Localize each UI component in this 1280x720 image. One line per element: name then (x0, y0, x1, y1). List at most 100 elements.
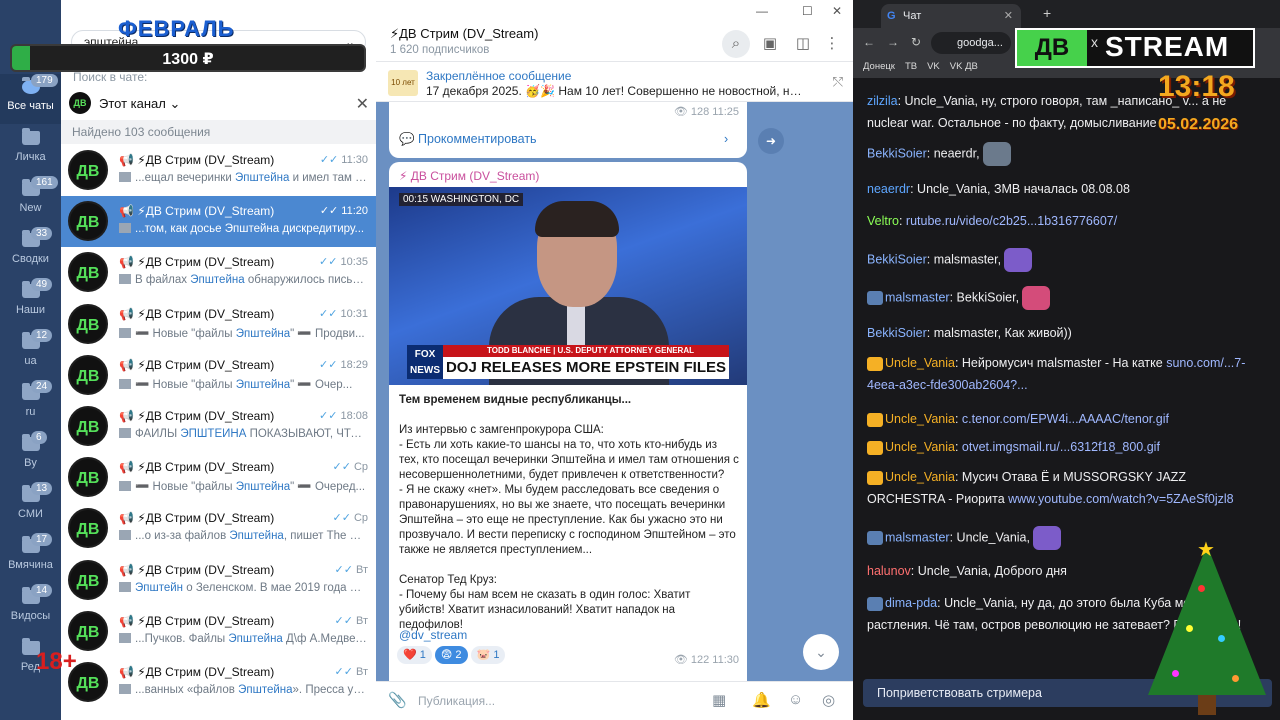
comment-button[interactable]: 💬 Прокомментировать › (399, 132, 728, 147)
search-result-row[interactable]: ДВ 📢 ⚡ДВ Стрим (DV_Stream) ✓✓ Вт ...Пучков. … (61, 605, 376, 657)
search-result-row[interactable]: ДВ 📢 ⚡ДВ Стрим (DV_Stream) ✓✓ Ср ...о из-за … (61, 503, 376, 555)
chat-username[interactable]: Uncle_Vania (885, 412, 955, 426)
result-time-text: 10:35 (340, 256, 368, 269)
folder-3[interactable]: 33 Сводки (0, 227, 61, 277)
result-time-text: 18:29 (340, 358, 368, 371)
ornament (1186, 625, 1193, 632)
snippet-pre: ...ванных «файлов (135, 684, 239, 696)
folder-1[interactable]: Личка (0, 125, 61, 175)
search-result-row[interactable]: ДВ 📢 ⚡ДВ Стрим (DV_Stream) ✓✓ Ср ➖ Новые "фа… (61, 452, 376, 504)
pin-list-icon[interactable]: ⤲ (833, 74, 843, 90)
chat-username[interactable]: Veltro (867, 214, 899, 228)
reaction-chip[interactable]: 🐷 1 (470, 646, 506, 664)
chat-username[interactable]: Uncle_Vania (885, 356, 955, 370)
live-stream-icon[interactable]: ▣ (756, 30, 784, 58)
close-icon[interactable]: ✕ (356, 94, 369, 114)
ornament (1218, 635, 1225, 642)
folder-0[interactable]: 179 Все чаты (0, 74, 61, 124)
chat-username[interactable]: Uncle_Vania (885, 440, 955, 454)
back-icon[interactable]: ← (863, 35, 875, 49)
chat-username[interactable]: neaerdr (867, 182, 910, 196)
chat-username[interactable]: dima-pda (885, 596, 937, 610)
chat-username[interactable]: halunov (867, 564, 911, 578)
search-result-row[interactable]: ДВ 📢 ⚡ДВ Стрим (DV_Stream) ✓✓ Вт ...ванных «… (61, 657, 376, 708)
message-input[interactable]: Публикация... (418, 694, 495, 708)
browser-tab[interactable]: G Чат ✕ (881, 4, 1021, 28)
snippet-pre: ➖ Новые "файлы (135, 327, 236, 340)
bookmark-item[interactable]: VK ДВ (950, 61, 978, 72)
video-thumbnail[interactable]: 00:15 WASHINGTON, DC TODD BLANCHE | U.S.… (389, 187, 747, 385)
channel-avatar: ДВ (68, 610, 108, 651)
user-badge-icon (867, 470, 883, 485)
pinned-message[interactable]: 10 лет Закреплённое сообщение 17 декабря… (376, 62, 853, 102)
search-result-row[interactable]: ДВ 📢 ⚡ДВ Стрим (DV_Stream) ✓✓ 10:31 ➖ Новые … (61, 298, 376, 350)
chat-username[interactable]: BekkiSoier (867, 146, 927, 160)
channel-title[interactable]: ⚡ДВ Стрим (DV_Stream) (390, 26, 538, 42)
maximize-icon[interactable]: ☐ (802, 4, 813, 18)
snippet-highlight: Эпштейна (235, 481, 291, 494)
folder-4[interactable]: 49 Наши (0, 278, 61, 328)
folder-8[interactable]: 13 СМИ (0, 482, 61, 532)
chat-link[interactable]: otvet.imgsmail.ru/...6312f18_800.gif (962, 440, 1160, 454)
reload-icon[interactable]: ↻ (911, 35, 921, 49)
search-icon[interactable]: ⌕ (722, 30, 750, 58)
schedule-icon[interactable]: ▦ (712, 691, 726, 709)
chat-link[interactable]: www.youtube.com/watch?v=5ZAeSf0jzl8 (1008, 492, 1233, 506)
reaction-chip[interactable]: 😨 2 (434, 646, 468, 664)
scroll-down-button[interactable]: ⌄ (803, 634, 839, 670)
search-result-row[interactable]: ДВ 📢 ⚡ДВ Стрим (DV_Stream) ✓✓ 18:29 ➖ Новые … (61, 349, 376, 401)
chat-username[interactable]: zilzila (867, 94, 898, 108)
chat-username[interactable]: malsmaster (885, 290, 950, 304)
attach-icon[interactable]: 📎 (388, 691, 407, 709)
emoji-icon[interactable]: ☺ (788, 691, 803, 708)
bell-icon[interactable]: 🔔 (752, 691, 771, 709)
chat-link[interactable]: c.tenor.com/EPW4i...AAAAC/tenor.gif (962, 412, 1169, 426)
folder-9[interactable]: 17 Вмячина (0, 533, 61, 583)
chat-text: Uncle_Vania, ЗМВ началась 08.08.08 (917, 182, 1130, 196)
chat-username[interactable]: Uncle_Vania (885, 470, 955, 484)
close-window-icon[interactable]: ✕ (832, 4, 842, 18)
forward-icon[interactable]: → (887, 35, 899, 49)
folder-5[interactable]: 12 ua (0, 329, 61, 379)
folder-7[interactable]: 6 By (0, 431, 61, 481)
minimize-icon[interactable]: — (756, 4, 768, 18)
read-check-icon: ✓✓ (319, 205, 339, 218)
read-check-icon: ✓✓ (319, 256, 338, 269)
result-time: ✓✓ 10:31 (319, 307, 368, 320)
bookmark-item[interactable]: Донецк (863, 61, 895, 72)
folder-icon (21, 128, 40, 145)
folder-2[interactable]: 161 New (0, 176, 61, 226)
chat-username[interactable]: BekkiSoier (867, 252, 927, 266)
search-scope[interactable]: ДВ Этот канал ⌄ ✕ (69, 92, 369, 118)
christmas-tree-decoration: ★ (1148, 539, 1266, 715)
sidebar-toggle-icon[interactable]: ◫ (789, 30, 817, 58)
post-link[interactable]: @dv_stream (399, 628, 467, 642)
folder-6[interactable]: 24 ru (0, 380, 61, 430)
search-result-row[interactable]: ДВ 📢 ⚡ДВ Стрим (DV_Stream) ✓✓ Вт Эпштейн о З… (61, 554, 376, 606)
search-result-row[interactable]: ДВ 📢 ⚡ДВ Стрим (DV_Stream) ✓✓ 11:20 ...том, … (61, 196, 376, 248)
more-icon[interactable]: ⋮ (818, 30, 846, 58)
search-result-row[interactable]: ДВ 📢 ⚡ДВ Стрим (DV_Stream) ✓✓ 10:35 В файлах… (61, 247, 376, 299)
goal-month: ФЕВРАЛЬ (118, 16, 235, 41)
close-tab-icon[interactable]: ✕ (1004, 4, 1013, 28)
emote-icon (1032, 526, 1061, 550)
share-icon[interactable]: ➜ (758, 128, 784, 154)
camera-icon[interactable]: ◎ (822, 691, 835, 709)
stream-clock: 13:18 (1158, 70, 1235, 103)
reaction-chip[interactable]: ❤️ 1 (397, 646, 432, 664)
read-check-icon: ✓✓ (319, 410, 338, 422)
chat-link[interactable]: rutube.ru/video/c2b25...1b316776607/ (906, 214, 1117, 228)
bookmark-item[interactable]: VK (927, 61, 940, 72)
previous-time: 11:25 (712, 106, 739, 118)
search-result-row[interactable]: ДВ 📢 ⚡ДВ Стрим (DV_Stream) ✓✓ 11:30 ...ещал … (61, 145, 376, 196)
folder-10[interactable]: 14 Видосы (0, 584, 61, 634)
folder-label: Все чаты (7, 100, 54, 112)
chat-username[interactable]: BekkiSoier (867, 326, 927, 340)
video-headline: DOJ RELEASES MORE EPSTEIN FILES (443, 357, 729, 379)
bookmark-item[interactable]: ТВ (905, 61, 917, 72)
search-result-row[interactable]: ДВ 📢 ⚡ДВ Стрим (DV_Stream) ✓✓ 18:08 ФАЙЛЫ ЭП… (61, 401, 376, 452)
new-tab-icon[interactable]: + (1043, 5, 1051, 21)
chat-username[interactable]: malsmaster (885, 530, 950, 544)
address-bar[interactable]: goodga... (931, 32, 1011, 54)
emote-icon (1022, 286, 1051, 310)
